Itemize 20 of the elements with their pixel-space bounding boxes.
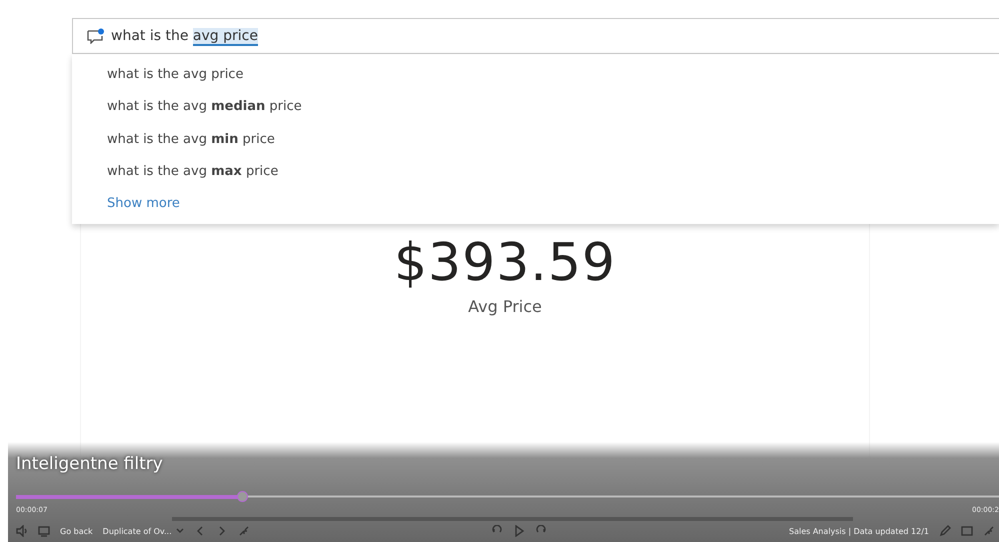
show-more-link[interactable]: Show more — [107, 188, 180, 218]
chat-icon — [87, 28, 105, 44]
report-info: Sales Analysis | Data updated 12/1 — [788, 526, 929, 536]
caret-icon — [176, 527, 184, 536]
captions-icon[interactable] — [38, 525, 50, 538]
progress-thumb[interactable] — [237, 491, 248, 502]
suggestion-item[interactable]: what is the avg max price — [107, 156, 999, 188]
suggestion-item[interactable]: what is the avg min price — [107, 123, 999, 156]
volume-icon[interactable] — [16, 525, 28, 538]
kpi-label: Avg Price — [467, 297, 542, 316]
screen-icon[interactable] — [960, 525, 973, 538]
suggestion-item[interactable]: what is the avg median price — [107, 90, 999, 123]
video-title: Inteligentne filtry — [16, 454, 163, 474]
kpi-value: $393.59 — [392, 233, 616, 293]
question-input-field[interactable]: what is the avg price — [72, 18, 999, 54]
suggestion-item[interactable]: what is the avg price — [107, 58, 999, 90]
page-dropdown[interactable]: Duplicate of Ov... — [102, 526, 184, 536]
pencil-icon[interactable] — [938, 525, 951, 538]
go-back-button[interactable]: Go back — [60, 526, 93, 536]
play-icon[interactable] — [513, 525, 526, 538]
